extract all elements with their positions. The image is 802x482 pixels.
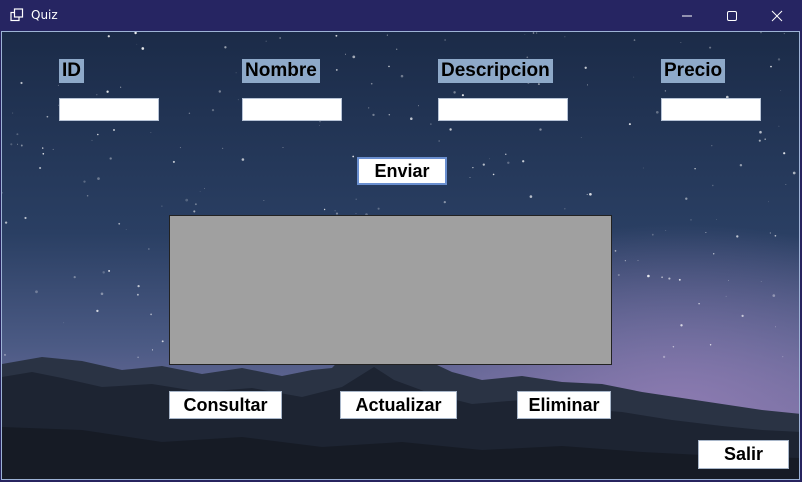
maximize-button[interactable]: [709, 0, 755, 31]
close-icon: [771, 10, 783, 22]
salir-button[interactable]: Salir: [698, 440, 789, 469]
consultar-button[interactable]: Consultar: [169, 391, 282, 419]
descripcion-label: Descripcion: [438, 59, 553, 83]
form-client-area: ID Nombre Descripcion Precio Enviar Cons…: [1, 31, 800, 480]
maximize-icon: [727, 11, 737, 21]
quiz-window: Quiz ID Nombre Descripcion Precio Enviar…: [0, 0, 802, 482]
data-grid[interactable]: [169, 215, 612, 365]
descripcion-input[interactable]: [438, 98, 568, 121]
id-label: ID: [59, 59, 84, 83]
minimize-button[interactable]: [664, 0, 710, 31]
precio-input[interactable]: [661, 98, 761, 121]
precio-label: Precio: [661, 59, 726, 83]
window-icon: [10, 8, 24, 22]
actualizar-button[interactable]: Actualizar: [340, 391, 457, 419]
id-input[interactable]: [59, 98, 159, 121]
nombre-label: Nombre: [242, 59, 320, 83]
nombre-input[interactable]: [242, 98, 342, 121]
minimize-icon: [682, 15, 692, 17]
window-title: Quiz: [31, 8, 58, 22]
eliminar-button[interactable]: Eliminar: [517, 391, 611, 419]
enviar-button[interactable]: Enviar: [357, 157, 447, 185]
close-button[interactable]: [754, 0, 800, 31]
title-bar[interactable]: Quiz: [0, 0, 802, 31]
